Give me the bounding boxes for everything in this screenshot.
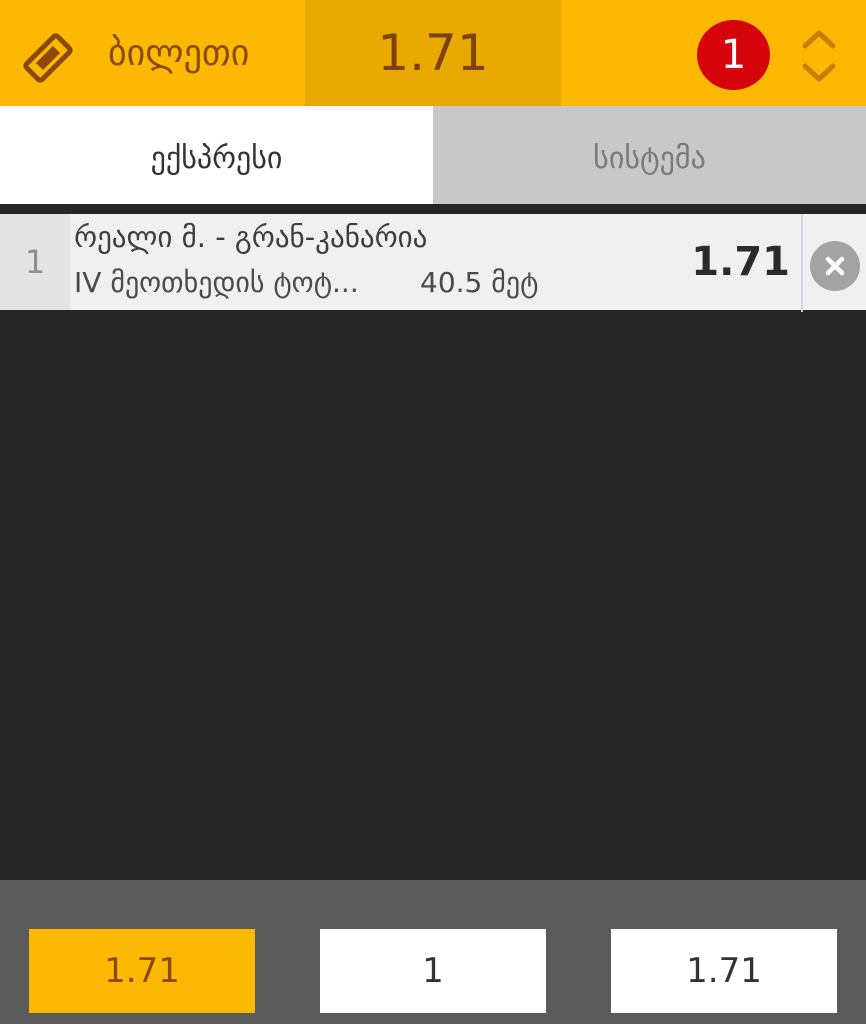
bet-index: 1 xyxy=(0,214,70,310)
bet-match-name: რეალი მ. - გრან-კანარია xyxy=(74,220,428,254)
bet-odds: 1.71 xyxy=(691,239,790,285)
possible-win: 1.71 xyxy=(611,929,837,1013)
footer-total-odds: 1.71 xyxy=(29,929,255,1013)
stake-input[interactable]: 1 xyxy=(320,929,546,1013)
ticket-icon xyxy=(23,33,73,83)
betslip-header[interactable]: ბილეთი 1.71 1 xyxy=(0,0,866,106)
tab-system[interactable]: სისტემა xyxy=(433,106,866,204)
selection-count-badge: 1 xyxy=(697,20,770,90)
bet-type-tabs: ექსპრესი სისტემა xyxy=(0,106,866,204)
bet-selection-row: 1 რეალი მ. - გრან-კანარია IV მეოთხედის ტ… xyxy=(0,214,866,312)
header-total-odds: 1.71 xyxy=(305,0,561,106)
tab-express[interactable]: ექსპრესი xyxy=(0,106,433,204)
divider xyxy=(801,214,803,312)
bet-market-name: IV მეოთხედის ტოტ... xyxy=(74,266,359,299)
close-icon xyxy=(825,256,845,276)
betslip-footer: 1.71 1 1.71 xyxy=(0,880,866,1024)
chevron-up-down-icon[interactable] xyxy=(800,26,838,86)
betslip-title: ბილეთი xyxy=(108,33,250,74)
bet-outcome: 40.5 მეტ xyxy=(420,266,539,299)
remove-selection-button[interactable] xyxy=(810,241,860,291)
